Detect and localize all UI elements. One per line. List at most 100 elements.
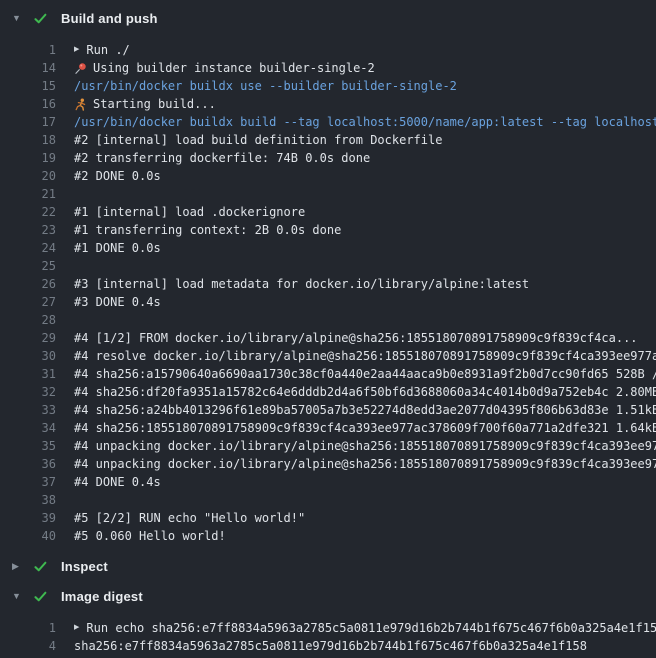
log-text: #1 DONE 0.0s [56,239,161,257]
line-number[interactable]: 29 [0,329,56,347]
log-line: 15/usr/bin/docker buildx use --builder b… [0,77,656,95]
log-text: #5 [2/2] RUN echo "Hello world!" [56,509,305,527]
chevron-right-icon[interactable]: ▶ [12,562,32,571]
workflow-log: ▼Build and push1▶Run ./14Using builder i… [0,0,656,658]
line-number[interactable]: 1 [0,619,56,637]
log-text: #4 DONE 0.4s [56,473,161,491]
chevron-down-icon[interactable]: ▼ [12,14,32,23]
line-number[interactable]: 20 [0,167,56,185]
section-inspect: ▶Inspect [0,553,656,579]
log-line: 27#3 DONE 0.4s [0,293,656,311]
log-line: 14 Using builder instance builder-single-… [0,59,656,77]
log-text-content: #5 0.060 Hello world! [74,527,226,545]
log-line: 26#3 [internal] load metadata for docker… [0,275,656,293]
log-text-content: #1 transferring context: 2B 0.0s done [74,221,341,239]
log-line: 31#4 sha256:a15790640a6690aa1730c38cf0a4… [0,365,656,383]
log-text: #3 [internal] load metadata for docker.i… [56,275,529,293]
log-text-content: #4 unpacking docker.io/library/alpine@sh… [74,437,656,455]
line-number[interactable]: 33 [0,401,56,419]
log-text: #4 sha256:df20fa9351a15782c64e6dddb2d4a6… [56,383,656,401]
log-text: Starting build... [56,95,216,113]
log-text: #2 transferring dockerfile: 74B 0.0s don… [56,149,370,167]
log-text-content: #2 [internal] load build definition from… [74,131,442,149]
line-number[interactable]: 21 [0,185,56,203]
log-line: 33#4 sha256:a24bb4013296f61e89ba57005a7b… [0,401,656,419]
expand-group-icon[interactable]: ▶ [74,623,79,632]
log-line: 16Starting build... [0,95,656,113]
line-number[interactable]: 36 [0,455,56,473]
log-text: /usr/bin/docker buildx use --builder bui… [56,77,457,95]
section-build-and-push: ▼Build and push1▶Run ./14Using builder i… [0,5,656,549]
log-text: #4 sha256:185518070891758909c9f839cf4ca3… [56,419,656,437]
line-number[interactable]: 15 [0,77,56,95]
line-number[interactable]: 32 [0,383,56,401]
log-text: #1 transferring context: 2B 0.0s done [56,221,341,239]
log-line: 21 [0,185,656,203]
log-text: #4 resolve docker.io/library/alpine@sha2… [56,347,656,365]
log-line: 32 #4 sha256:df20fa9351a15782c64e6dddb2d4… [0,383,656,401]
chevron-down-icon[interactable]: ▼ [12,592,32,601]
log-text-content: #4 resolve docker.io/library/alpine@sha2… [74,347,656,365]
line-number[interactable]: 27 [0,293,56,311]
log-line: 17/usr/bin/docker buildx build --tag loc… [0,113,656,131]
log-lines: 1▶Run echo sha256:e7ff8834a5963a2785c5a0… [0,609,656,658]
line-number[interactable]: 14 [0,59,56,77]
line-number[interactable]: 4 [0,637,56,655]
section-image-digest: ▼ Image digest 1▶Run echo sha256:e7ff8834a… [0,583,656,658]
log-text: #4 sha256:a15790640a6690aa1730c38cf0a440… [56,365,656,383]
log-line: 40 #5 0.060 Hello world! [0,527,656,545]
line-number[interactable]: 30 [0,347,56,365]
success-check-icon [33,589,48,604]
section-title: Image digest [61,589,143,604]
log-text [56,491,74,509]
line-number[interactable]: 34 [0,419,56,437]
expand-group-icon[interactable]: ▶ [74,45,79,54]
line-number[interactable]: 16 [0,95,56,113]
section-header-build-and-push[interactable]: ▼Build and push [0,5,656,31]
log-line: 24 #1 DONE 0.0s [0,239,656,257]
log-text: /usr/bin/docker buildx build --tag local… [56,113,656,131]
line-number[interactable]: 25 [0,257,56,275]
log-text-content: #5 [2/2] RUN echo "Hello world!" [74,509,305,527]
log-line: 1▶Run echo sha256:e7ff8834a5963a2785c5a0… [0,619,656,637]
log-text-content: Using builder instance builder-single-2 [93,59,375,77]
line-number[interactable]: 24 [0,239,56,257]
log-line: 4 sha256:e7ff8834a5963a2785c5a0811e979d16… [0,637,656,655]
log-text-content: sha256:e7ff8834a5963a2785c5a0811e979d16b… [74,637,587,655]
line-number[interactable]: 26 [0,275,56,293]
log-text: #4 [1/2] FROM docker.io/library/alpine@s… [56,329,638,347]
line-number[interactable]: 17 [0,113,56,131]
line-number[interactable]: 35 [0,437,56,455]
log-text-content: #2 transferring dockerfile: 74B 0.0s don… [74,149,370,167]
line-number[interactable]: 23 [0,221,56,239]
log-text [56,257,74,275]
log-line: 19 #2 transferring dockerfile: 74B 0.0s d… [0,149,656,167]
log-text: #3 DONE 0.4s [56,293,161,311]
line-number[interactable]: 39 [0,509,56,527]
line-number[interactable]: 1 [0,41,56,59]
log-text-content: #2 DONE 0.0s [74,167,161,185]
pushpin-icon [74,62,87,75]
line-number[interactable]: 19 [0,149,56,167]
section-header-image-digest[interactable]: ▼ Image digest [0,583,656,609]
line-number[interactable]: 31 [0,365,56,383]
log-text: #4 unpacking docker.io/library/alpine@sh… [56,455,656,473]
log-text: ▶Run echo sha256:e7ff8834a5963a2785c5a08… [56,619,656,637]
line-number[interactable]: 38 [0,491,56,509]
log-text: #4 sha256:a24bb4013296f61e89ba57005a7b3e… [56,401,656,419]
section-header-inspect[interactable]: ▶Inspect [0,553,656,579]
log-line: 38 [0,491,656,509]
line-number[interactable]: 22 [0,203,56,221]
line-number[interactable]: 18 [0,131,56,149]
log-text: #5 0.060 Hello world! [56,527,226,545]
log-text: #1 [internal] load .dockerignore [56,203,305,221]
line-number[interactable]: 37 [0,473,56,491]
log-text: #2 [internal] load build definition from… [56,131,442,149]
log-text-content: #1 DONE 0.0s [74,239,161,257]
log-text-content: #4 sha256:df20fa9351a15782c64e6dddb2d4a6… [74,383,656,401]
line-number[interactable]: 40 [0,527,56,545]
runner-icon [74,98,87,111]
log-text [56,185,74,203]
log-text-content: /usr/bin/docker buildx build --tag local… [74,113,656,131]
line-number[interactable]: 28 [0,311,56,329]
